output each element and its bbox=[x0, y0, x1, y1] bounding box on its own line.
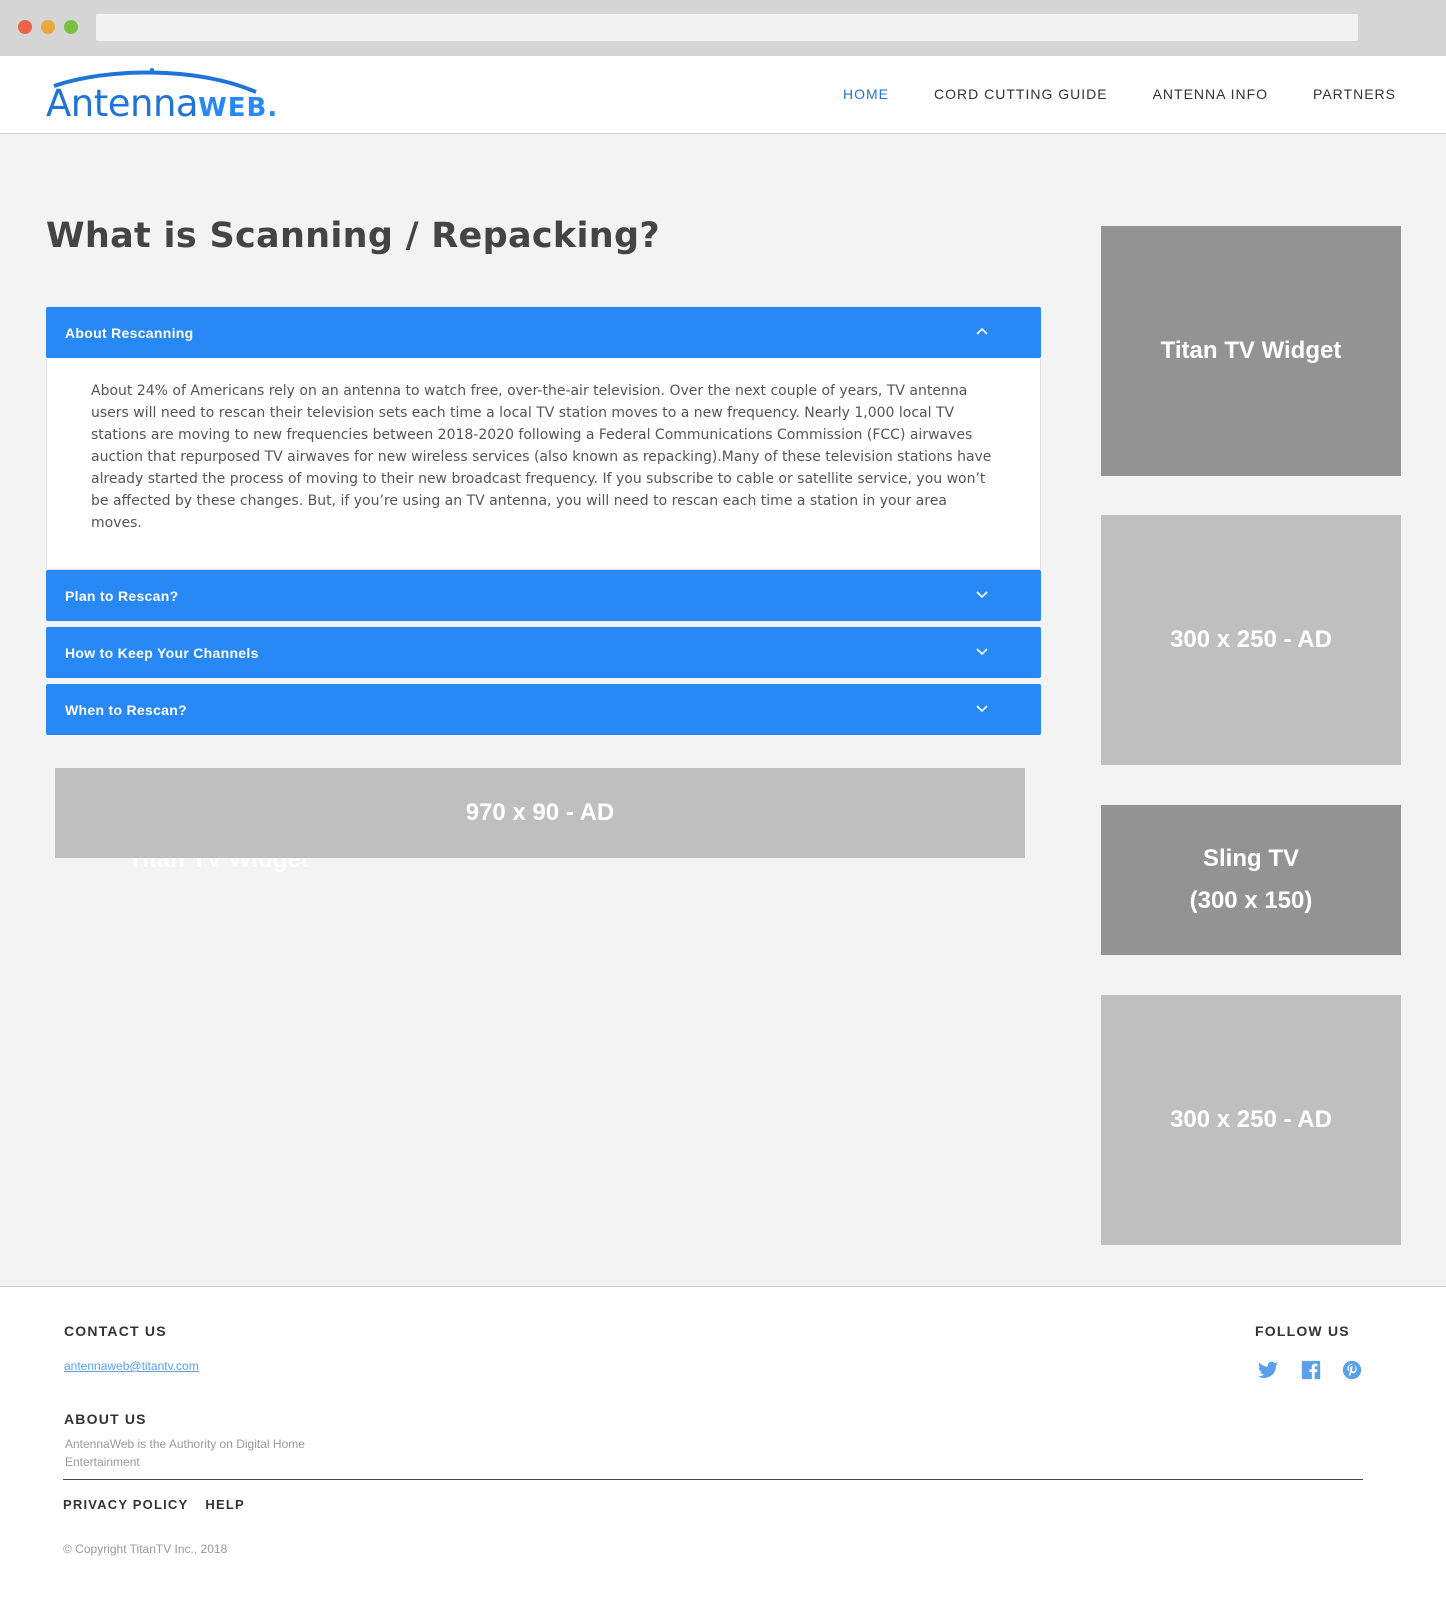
accordion-when-to-rescan: When to Rescan? bbox=[46, 684, 1041, 735]
contact-email-link[interactable]: antennaweb@titantv.com bbox=[64, 1359, 199, 1373]
nav-antenna-info[interactable]: ANTENNA INFO bbox=[1153, 86, 1268, 102]
accordion-about-rescanning: About Rescanning About 24% of Americans … bbox=[46, 307, 1041, 570]
sling-tv-ad[interactable]: Sling TV (300 x 150) bbox=[1101, 805, 1401, 955]
site-footer: CONTACT US antennaweb@titantv.com ABOUT … bbox=[0, 1286, 1446, 1615]
accordion-header-when-to-rescan[interactable]: When to Rescan? bbox=[46, 684, 1041, 735]
window-zoom-dot[interactable] bbox=[64, 20, 78, 34]
facebook-icon[interactable] bbox=[1300, 1359, 1322, 1381]
main-nav: HOME CORD CUTTING GUIDE ANTENNA INFO PAR… bbox=[843, 86, 1396, 102]
pinterest-icon[interactable] bbox=[1341, 1359, 1363, 1381]
follow-heading: FOLLOW US bbox=[1255, 1323, 1350, 1339]
logo-wordmark: AntennaWEB. bbox=[46, 84, 278, 128]
about-text: AntennaWeb is the Authority on Digital H… bbox=[65, 1437, 305, 1469]
accordion-header-about-rescanning[interactable]: About Rescanning bbox=[46, 307, 1041, 358]
wide-ad-label: 970 x 90 - AD bbox=[465, 799, 615, 826]
accordion-label: Plan to Rescan? bbox=[65, 587, 179, 604]
privacy-policy-link[interactable]: PRIVACY POLICY bbox=[63, 1497, 188, 1512]
main-content: What is Scanning / Repacking? About Resc… bbox=[0, 134, 1446, 1286]
logo-text-web: WEB. bbox=[198, 93, 279, 123]
sidebar-ad-2-label: 300 x 250 - AD bbox=[1170, 1106, 1332, 1133]
footer-links: PRIVACY POLICY HELP bbox=[63, 1497, 245, 1512]
chevron-up-icon bbox=[976, 327, 988, 335]
chevron-down-icon bbox=[976, 705, 988, 713]
antennaweb-logo[interactable]: AntennaWEB. bbox=[46, 68, 278, 128]
page-title: What is Scanning / Repacking? bbox=[46, 216, 660, 256]
browser-chrome bbox=[0, 0, 1446, 56]
accordion-header-plan-to-rescan[interactable]: Plan to Rescan? bbox=[46, 570, 1041, 621]
accordion-keep-channels: How to Keep Your Channels bbox=[46, 627, 1041, 678]
titan-tv-widget-label: Titan TV Widget bbox=[1160, 337, 1342, 364]
copyright-text: © Copyright TitanTV Inc., 2018 bbox=[63, 1542, 228, 1556]
accordion-plan-to-rescan: Plan to Rescan? bbox=[46, 570, 1041, 621]
help-link[interactable]: HELP bbox=[205, 1497, 244, 1512]
window-minimize-dot[interactable] bbox=[41, 20, 55, 34]
nav-home[interactable]: HOME bbox=[843, 86, 889, 102]
accordion-label: How to Keep Your Channels bbox=[65, 644, 259, 661]
about-heading: ABOUT US bbox=[64, 1411, 147, 1427]
window-close-dot[interactable] bbox=[18, 20, 32, 34]
address-bar[interactable] bbox=[96, 14, 1358, 41]
sling-tv-size: (300 x 150) bbox=[1189, 887, 1313, 914]
accordion-header-keep-channels[interactable]: How to Keep Your Channels bbox=[46, 627, 1041, 678]
logo-text-main: Antenna bbox=[46, 82, 199, 125]
titan-tv-widget[interactable]: Titan TV Widget bbox=[1101, 226, 1401, 476]
sidebar-ad-1[interactable]: 300 x 250 - AD bbox=[1101, 515, 1401, 765]
site-header: AntennaWEB. HOME CORD CUTTING GUIDE ANTE… bbox=[0, 56, 1446, 134]
contact-heading: CONTACT US bbox=[64, 1323, 167, 1339]
chevron-down-icon bbox=[976, 591, 988, 599]
nav-cord-cutting-guide[interactable]: CORD CUTTING GUIDE bbox=[934, 86, 1108, 102]
sidebar-ad-1-label: 300 x 250 - AD bbox=[1170, 626, 1332, 653]
sidebar-ad-2[interactable]: 300 x 250 - AD bbox=[1101, 995, 1401, 1245]
sling-tv-title: Sling TV bbox=[1203, 845, 1299, 872]
accordion-body-about-rescanning: About 24% of Americans rely on an antenn… bbox=[46, 358, 1041, 570]
chevron-down-icon bbox=[976, 648, 988, 656]
footer-divider bbox=[63, 1479, 1363, 1480]
twitter-icon[interactable] bbox=[1257, 1359, 1279, 1381]
accordion-label: About Rescanning bbox=[65, 324, 194, 341]
wide-ad-placeholder[interactable]: 970 x 90 - AD bbox=[55, 768, 1025, 858]
accordion-label: When to Rescan? bbox=[65, 701, 187, 718]
accordion-body-text: About 24% of Americans rely on an antenn… bbox=[91, 383, 992, 531]
nav-partners[interactable]: PARTNERS bbox=[1313, 86, 1396, 102]
